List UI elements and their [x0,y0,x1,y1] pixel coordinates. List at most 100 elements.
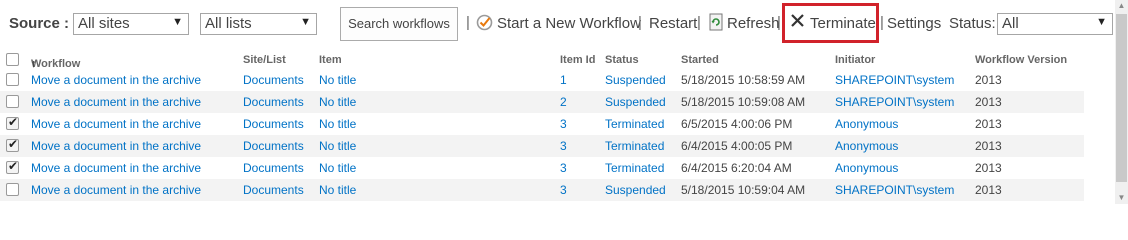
site-list-link[interactable]: Documents [243,73,304,87]
scroll-down-arrow-icon[interactable]: ▼ [1115,192,1128,204]
initiator-link[interactable]: Anonymous [835,139,898,153]
chevron-down-icon: ▼ [300,16,311,28]
lists-select-value: All lists [205,15,252,32]
status-link[interactable]: Terminated [605,139,664,153]
scrollbar-thumb[interactable] [1116,14,1127,182]
refresh-link[interactable]: Refresh [727,15,780,32]
workflow-toolbar: Source : All sites ▼ All lists ▼ Search … [0,0,1128,48]
workflow-version: 2013 [975,183,1002,197]
workflow-version: 2013 [975,139,1002,153]
checkmark-icon: ✔ [8,137,19,151]
row-checkbox[interactable] [6,183,19,196]
workflow-version: 2013 [975,117,1002,131]
workflow-name-link[interactable]: Move a document in the archive [31,73,201,87]
column-header-item[interactable]: Item [319,54,342,66]
column-header-status[interactable]: Status [605,54,639,66]
item-id-link[interactable]: 3 [560,139,567,153]
separator: | [466,14,470,31]
initiator-link[interactable]: SHAREPOINT\system [835,73,954,87]
status-link[interactable]: Suspended [605,73,666,87]
status-select[interactable]: All ▼ [997,13,1113,35]
item-id-link[interactable]: 3 [560,183,567,197]
column-header-started[interactable]: Started [681,54,719,66]
site-list-link[interactable]: Documents [243,117,304,131]
restart-label: Restart [649,15,698,32]
site-list-link[interactable]: Documents [243,139,304,153]
chevron-down-icon: ▼ [172,16,183,28]
initiator-link[interactable]: Anonymous [835,117,898,131]
workflow-version: 2013 [975,95,1002,109]
table-header: Workflow ↑ Site/List Item Item Id Status … [0,50,1084,70]
column-header-workflow-version[interactable]: Workflow Version [975,54,1067,66]
table-row[interactable]: ✔ Move a document in the archive Documents… [0,157,1084,179]
refresh-icon [709,13,723,31]
chevron-down-icon: ▼ [1096,16,1107,28]
status-link[interactable]: Suspended [605,95,666,109]
checkmark-icon: ✔ [8,115,19,129]
item-id-link[interactable]: 3 [560,117,567,131]
table-row[interactable]: ✔ Move a document in the archive Documents… [0,113,1084,135]
site-list-link[interactable]: Documents [243,183,304,197]
row-checkbox[interactable]: ✔ [6,137,19,152]
item-link[interactable]: No title [319,139,356,153]
column-header-site-list[interactable]: Site/List [243,54,286,66]
workflow-name-link[interactable]: Move a document in the archive [31,183,201,197]
table-row[interactable]: Move a document in the archive Documents N… [0,91,1084,113]
started-date: 5/18/2015 10:59:08 AM [681,95,806,109]
started-date: 5/18/2015 10:58:59 AM [681,73,806,87]
separator: | [638,14,642,31]
settings-link[interactable]: Settings [887,15,941,32]
item-id-link[interactable]: 1 [560,73,567,87]
item-id-link[interactable]: 2 [560,95,567,109]
item-link[interactable]: No title [319,183,356,197]
item-link[interactable]: No title [319,117,356,131]
column-header-initiator[interactable]: Initiator [835,54,875,66]
sites-select-value: All sites [78,15,130,32]
source-label: Source : [9,15,70,32]
separator: | [880,14,884,31]
terminate-highlight-box [782,3,879,43]
table-row[interactable]: Move a document in the archive Documents N… [0,69,1084,91]
status-link[interactable]: Terminated [605,117,664,131]
settings-label: Settings [887,15,942,32]
item-link[interactable]: No title [319,95,356,109]
lists-select[interactable]: All lists ▼ [200,13,317,35]
item-link[interactable]: No title [319,73,356,87]
separator: | [697,14,701,31]
search-workflows-button[interactable]: Search workflows [340,7,458,41]
workflow-name-link[interactable]: Move a document in the archive [31,95,201,109]
scroll-up-arrow-icon[interactable]: ▲ [1115,0,1128,12]
status-filter-label: Status: [949,15,996,32]
site-list-link[interactable]: Documents [243,95,304,109]
initiator-link[interactable]: Anonymous [835,161,898,175]
site-list-link[interactable]: Documents [243,161,304,175]
row-checkbox[interactable]: ✔ [6,115,19,130]
started-date: 6/4/2015 4:00:05 PM [681,139,793,153]
restart-link[interactable]: Restart [649,15,697,32]
sites-select[interactable]: All sites ▼ [73,13,189,35]
row-checkbox[interactable]: ✔ [6,159,19,174]
started-date: 6/5/2015 4:00:06 PM [681,117,793,131]
row-checkbox[interactable] [6,95,19,108]
status-link[interactable]: Terminated [605,161,664,175]
refresh-label: Refresh [727,15,780,32]
status-select-value: All [1002,15,1019,32]
column-header-item-id[interactable]: Item Id [560,54,595,66]
table-row[interactable]: ✔ Move a document in the archive Documents… [0,135,1084,157]
item-link[interactable]: No title [319,161,356,175]
initiator-link[interactable]: SHAREPOINT\system [835,95,954,109]
separator: | [777,14,781,31]
start-new-workflow-link[interactable]: Start a New Workflow [497,15,641,32]
workflow-name-link[interactable]: Move a document in the archive [31,161,201,175]
item-id-link[interactable]: 3 [560,161,567,175]
row-checkbox[interactable] [6,73,19,86]
status-link[interactable]: Suspended [605,183,666,197]
initiator-link[interactable]: SHAREPOINT\system [835,183,954,197]
checkmark-icon: ✔ [8,159,19,173]
start-new-workflow-label: Start a New Workflow [497,15,641,32]
workflow-version: 2013 [975,161,1002,175]
table-row[interactable]: Move a document in the archive Documents N… [0,179,1084,201]
select-all-checkbox[interactable] [6,53,19,66]
workflow-name-link[interactable]: Move a document in the archive [31,117,201,131]
workflow-name-link[interactable]: Move a document in the archive [31,139,201,153]
